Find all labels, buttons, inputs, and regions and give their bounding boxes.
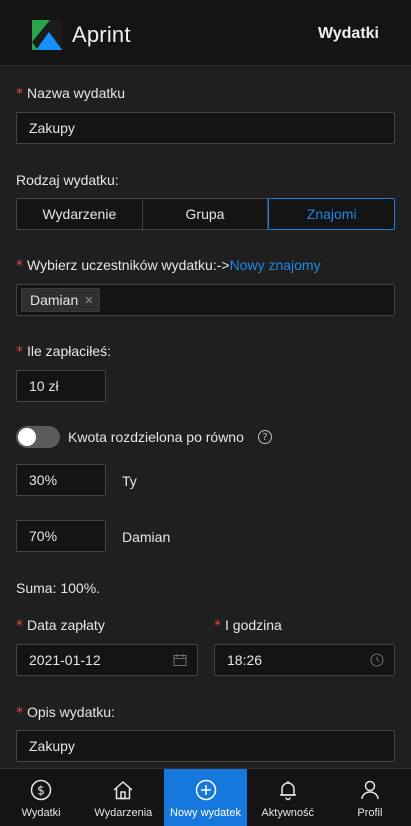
app-header: Aprint Wydatki	[0, 0, 411, 66]
page-title: Wydatki	[317, 25, 379, 42]
payment-time-label: * I godzina	[214, 617, 282, 634]
new-friend-link[interactable]: Nowy znajomy	[230, 257, 321, 273]
clock-icon	[370, 653, 384, 667]
expense-type-label: Rodzaj wydatku:	[16, 172, 119, 188]
equal-split-label: Kwota rozdzielona po równo	[68, 429, 244, 445]
calendar-icon	[173, 654, 187, 666]
tab-aktywnosc[interactable]: Aktywność	[247, 769, 329, 826]
tab-wydatki[interactable]: $ Wydatki	[0, 769, 82, 826]
equal-split-toggle[interactable]	[16, 426, 60, 448]
amount-paid-input[interactable]: 10 zł	[16, 370, 106, 402]
type-option-wydarzenie[interactable]: Wydarzenie	[16, 198, 143, 230]
tab-nowy-wydatek[interactable]: Nowy wydatek	[164, 769, 247, 826]
shares-sum: Suma: 100%.	[16, 580, 101, 596]
expense-name-label: * Nazwa wydatku	[16, 85, 126, 102]
tab-wydarzenia[interactable]: Wydarzenia	[82, 769, 164, 826]
share-input-ty[interactable]: 30%	[16, 464, 106, 496]
description-textarea[interactable]: Zakupy	[16, 730, 395, 762]
remove-tag-icon[interactable]: ✕	[84, 294, 93, 307]
type-option-znajomi[interactable]: Znajomi	[268, 198, 396, 230]
svg-text:$: $	[37, 784, 45, 798]
help-icon[interactable]: ?	[258, 430, 272, 444]
share-name-ty: Ty	[122, 473, 137, 489]
participants-label: * Wybierz uczestników wydatku:->Nowy znaj…	[16, 257, 321, 274]
expense-name-input[interactable]: Zakupy	[16, 112, 395, 144]
user-icon	[361, 780, 379, 800]
description-label: * Opis wydatku:	[16, 704, 115, 721]
expense-type-selector: Wydarzenie Grupa Znajomi	[16, 198, 396, 230]
payment-date-picker[interactable]: 2021-01-12	[16, 644, 198, 676]
bottom-tab-bar: $ Wydatki Wydarzenia Nowy wydatek Aktywn…	[0, 768, 411, 826]
dollar-icon: $	[30, 779, 52, 801]
bell-icon	[279, 781, 296, 801]
payment-date-label: * Data zapłaty	[16, 617, 105, 634]
amount-paid-label: * Ile zapłaciłeś:	[16, 343, 112, 360]
type-option-grupa[interactable]: Grupa	[142, 198, 269, 230]
app-name: Aprint	[72, 22, 131, 47]
share-name-damian: Damian	[122, 529, 171, 545]
logo-icon	[32, 20, 62, 50]
participant-tag: Damian ✕	[21, 288, 101, 312]
share-input-damian[interactable]: 70%	[16, 520, 106, 552]
participants-select[interactable]: Damian ✕	[16, 284, 395, 316]
home-icon	[113, 781, 133, 800]
toggle-knob	[18, 428, 36, 446]
payment-time-picker[interactable]: 18:26	[214, 644, 395, 676]
tab-profil[interactable]: Profil	[329, 769, 411, 826]
plus-circle-icon	[195, 779, 216, 801]
